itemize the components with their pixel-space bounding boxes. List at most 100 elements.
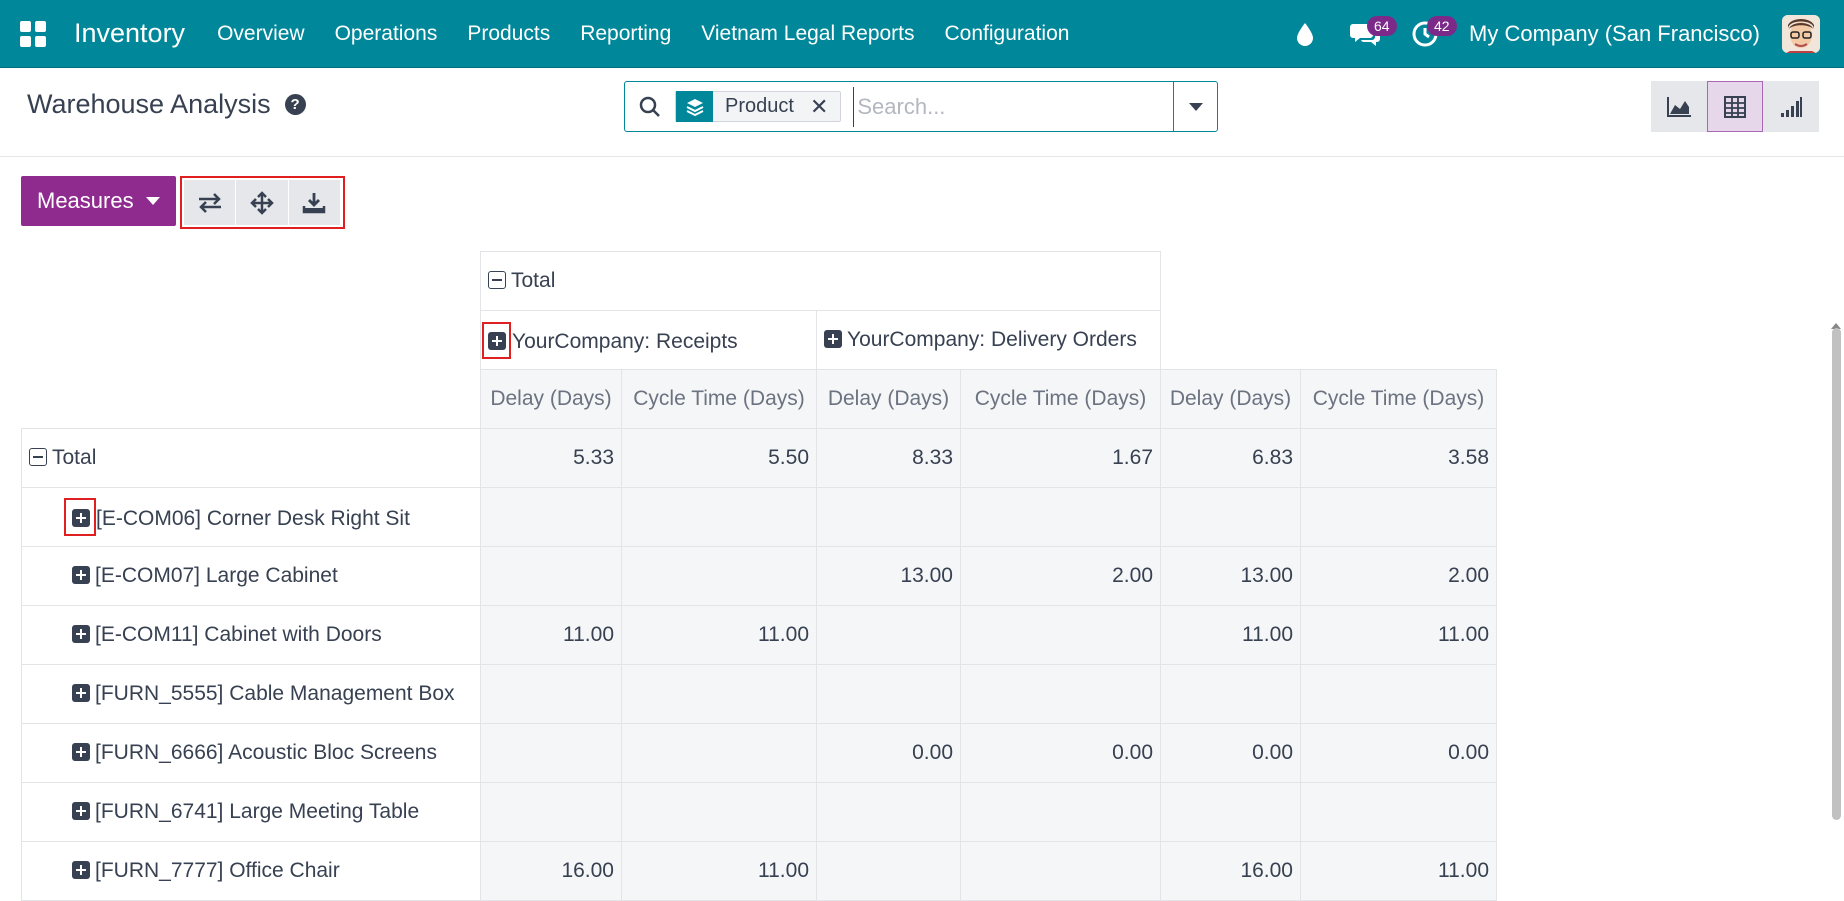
- messages-icon[interactable]: 64: [1345, 14, 1397, 54]
- table-cell[interactable]: [1300, 664, 1497, 724]
- expand-icon[interactable]: [824, 330, 842, 348]
- table-cell[interactable]: [1160, 782, 1301, 842]
- search-options-toggle[interactable]: [1173, 82, 1217, 131]
- search-input[interactable]: [853, 86, 1154, 127]
- table-cell[interactable]: [480, 487, 622, 547]
- expand-icon[interactable]: [72, 625, 90, 643]
- table-cell[interactable]: [621, 664, 817, 724]
- table-cell[interactable]: [816, 605, 961, 665]
- table-cell[interactable]: [1160, 487, 1301, 547]
- table-cell[interactable]: [1160, 664, 1301, 724]
- table-cell[interactable]: [480, 546, 622, 606]
- table-cell[interactable]: [480, 782, 622, 842]
- table-cell[interactable]: [480, 664, 622, 724]
- table-cell[interactable]: 11.00: [1300, 841, 1497, 901]
- col-header-delivery-orders[interactable]: YourCompany: Delivery Orders: [816, 310, 1161, 370]
- table-cell[interactable]: 3.58: [1300, 428, 1497, 488]
- row-header[interactable]: [E-COM06] Corner Desk Right Sit: [21, 487, 481, 547]
- table-cell[interactable]: 2.00: [960, 546, 1161, 606]
- measure-header[interactable]: Cycle Time (Days): [621, 369, 817, 429]
- company-switcher[interactable]: My Company (San Francisco): [1469, 21, 1760, 47]
- expand-icon[interactable]: [72, 861, 90, 879]
- measures-button[interactable]: Measures: [21, 176, 176, 226]
- table-cell[interactable]: 16.00: [1160, 841, 1301, 901]
- row-header[interactable]: [FURN_5555] Cable Management Box: [21, 664, 481, 724]
- flip-axis-button[interactable]: [184, 180, 236, 225]
- cohort-view-button[interactable]: [1763, 81, 1819, 132]
- table-cell[interactable]: [621, 782, 817, 842]
- table-cell[interactable]: [960, 782, 1161, 842]
- table-cell[interactable]: [480, 723, 622, 783]
- app-name[interactable]: Inventory: [74, 18, 185, 49]
- table-cell[interactable]: 1.67: [960, 428, 1161, 488]
- table-cell[interactable]: [960, 605, 1161, 665]
- table-cell[interactable]: 11.00: [480, 605, 622, 665]
- table-cell[interactable]: [816, 487, 961, 547]
- drop-icon[interactable]: [1285, 14, 1325, 54]
- row-header[interactable]: [E-COM11] Cabinet with Doors: [21, 605, 481, 665]
- vertical-scrollbar[interactable]: [1832, 328, 1841, 820]
- table-cell[interactable]: [621, 546, 817, 606]
- table-cell[interactable]: 2.00: [1300, 546, 1497, 606]
- expand-icon[interactable]: [72, 743, 90, 761]
- table-cell[interactable]: [960, 664, 1161, 724]
- table-cell[interactable]: 0.00: [1300, 723, 1497, 783]
- expand-icon[interactable]: [488, 331, 506, 350]
- table-cell[interactable]: [1300, 782, 1497, 842]
- menu-overview[interactable]: Overview: [202, 22, 320, 46]
- measure-header[interactable]: Cycle Time (Days): [1300, 369, 1497, 429]
- menu-configuration[interactable]: Configuration: [930, 22, 1085, 46]
- row-header[interactable]: [FURN_7777] Office Chair: [21, 841, 481, 901]
- search-icon[interactable]: [625, 95, 675, 119]
- table-cell[interactable]: 13.00: [816, 546, 961, 606]
- table-cell[interactable]: 11.00: [621, 605, 817, 665]
- row-header[interactable]: [E-COM07] Large Cabinet: [21, 546, 481, 606]
- menu-products[interactable]: Products: [452, 22, 565, 46]
- table-cell[interactable]: 6.83: [1160, 428, 1301, 488]
- measure-header[interactable]: Delay (Days): [816, 369, 961, 429]
- table-cell[interactable]: [621, 487, 817, 547]
- table-cell[interactable]: [1300, 487, 1497, 547]
- expand-icon[interactable]: [72, 566, 90, 584]
- activities-icon[interactable]: 42: [1405, 14, 1457, 54]
- table-cell[interactable]: 0.00: [816, 723, 961, 783]
- measure-header[interactable]: Delay (Days): [480, 369, 622, 429]
- table-cell[interactable]: 13.00: [1160, 546, 1301, 606]
- table-cell[interactable]: 5.50: [621, 428, 817, 488]
- table-cell[interactable]: 16.00: [480, 841, 622, 901]
- measure-header[interactable]: Delay (Days): [1160, 369, 1301, 429]
- expand-icon[interactable]: [72, 684, 90, 702]
- measure-header[interactable]: Cycle Time (Days): [960, 369, 1161, 429]
- menu-operations[interactable]: Operations: [320, 22, 453, 46]
- menu-vietnam-legal-reports[interactable]: Vietnam Legal Reports: [686, 22, 929, 46]
- table-cell[interactable]: [816, 664, 961, 724]
- table-cell[interactable]: [816, 841, 961, 901]
- table-cell[interactable]: 8.33: [816, 428, 961, 488]
- table-cell[interactable]: [960, 487, 1161, 547]
- table-cell[interactable]: [816, 782, 961, 842]
- col-header-total[interactable]: Total: [480, 251, 1161, 311]
- help-icon[interactable]: ?: [284, 94, 306, 115]
- row-header[interactable]: [FURN_6666] Acoustic Bloc Screens: [21, 723, 481, 783]
- apps-menu-icon[interactable]: [20, 20, 46, 47]
- expand-all-button[interactable]: [236, 180, 288, 225]
- table-cell[interactable]: 11.00: [1160, 605, 1301, 665]
- table-cell[interactable]: 0.00: [1160, 723, 1301, 783]
- table-cell[interactable]: 11.00: [621, 841, 817, 901]
- col-header-receipts[interactable]: YourCompany: Receipts: [480, 310, 817, 370]
- expand-icon[interactable]: [72, 802, 90, 820]
- table-cell[interactable]: 5.33: [480, 428, 622, 488]
- row-header[interactable]: [FURN_6741] Large Meeting Table: [21, 782, 481, 842]
- menu-reporting[interactable]: Reporting: [565, 22, 686, 46]
- pivot-view-button[interactable]: [1707, 81, 1763, 132]
- table-cell[interactable]: [960, 841, 1161, 901]
- user-avatar[interactable]: [1782, 14, 1820, 53]
- table-cell[interactable]: 0.00: [960, 723, 1161, 783]
- table-cell[interactable]: 11.00: [1300, 605, 1497, 665]
- row-header-total[interactable]: Total: [21, 428, 481, 488]
- table-cell[interactable]: [621, 723, 817, 783]
- facet-remove-button[interactable]: ✕: [804, 94, 840, 120]
- download-xlsx-button[interactable]: [288, 180, 340, 225]
- graph-view-button[interactable]: [1651, 81, 1707, 132]
- expand-icon[interactable]: [72, 509, 90, 527]
